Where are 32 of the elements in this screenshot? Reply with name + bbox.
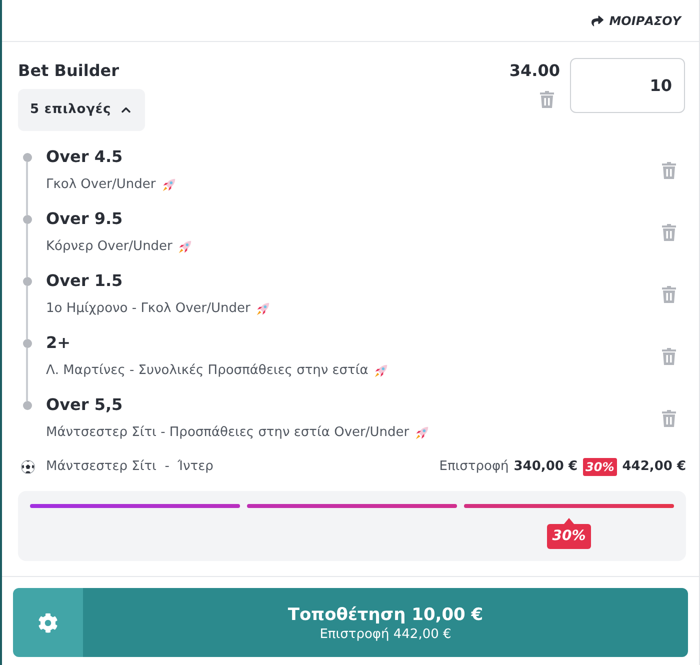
trash-icon[interactable]	[662, 162, 676, 179]
bonus-tooltip: 30%	[547, 518, 591, 549]
soccer-ball-icon	[21, 460, 35, 474]
selections-toggle[interactable]: 5 επιλογές	[18, 89, 146, 131]
market-name: 1ο Ημίχρονο - Γκολ Over/Under	[46, 300, 250, 318]
selection-value: Over 1.5	[46, 271, 124, 291]
selection-value: Over 9.5	[46, 209, 124, 229]
boosted-return-amount: 442,00 €	[622, 458, 686, 476]
boost-badge: 30%	[582, 458, 618, 476]
trash-icon[interactable]	[662, 224, 676, 241]
share-link[interactable]: ΜΟΙΡΑΣΟΥ	[591, 12, 681, 30]
place-bet-button[interactable]: Τοποθέτηση 10,00 € Επιστροφή 442,00 €	[83, 588, 688, 657]
bet-title: Bet Builder	[18, 61, 120, 81]
trash-icon[interactable]	[662, 410, 676, 427]
return-amount: 340,00 €	[514, 458, 578, 476]
selection-value: 2+	[46, 333, 72, 353]
settings-button[interactable]	[13, 588, 83, 657]
market-name: Κόρνερ Over/Under	[46, 238, 172, 256]
return-label: Επιστροφή	[439, 458, 509, 476]
selection-value: Over 5,5	[46, 395, 124, 415]
market-name: Γκολ Over/Under	[46, 176, 156, 194]
stake-input[interactable]: 10	[570, 58, 685, 113]
match-name: Μάντσεστερ Σίτι - Ίντερ	[46, 458, 214, 476]
market-name: Μάντσεστερ Σίτι - Προσπάθειες στην εστία Over/Under	[46, 424, 410, 442]
settings-icon	[38, 612, 58, 632]
trash-icon[interactable]	[662, 286, 676, 303]
market-name: Λ. Μαρτίνες - Συνολικές Προσπάθειες στην εστία	[46, 362, 368, 380]
share-icon	[591, 14, 604, 26]
trash-icon[interactable]	[540, 91, 554, 108]
odds-value: 34.00	[509, 61, 560, 81]
selection-value: Over 4.5	[46, 147, 124, 167]
trash-icon[interactable]	[662, 348, 676, 365]
